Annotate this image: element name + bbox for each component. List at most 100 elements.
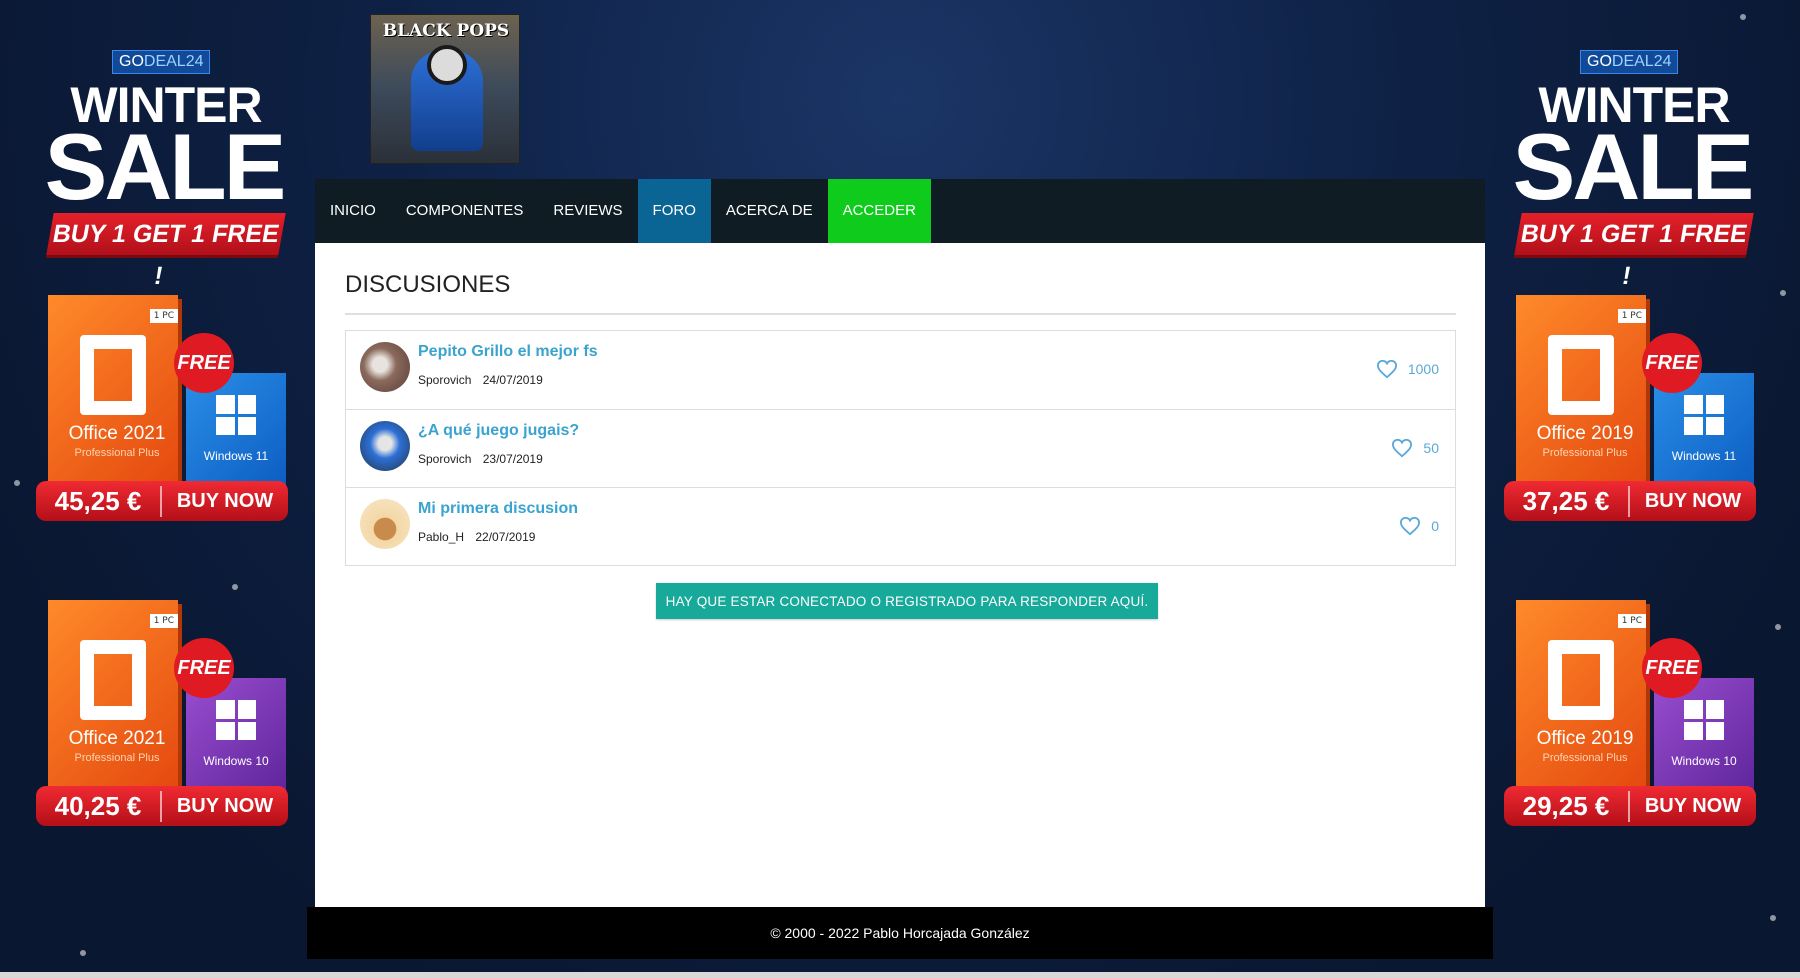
thread-row[interactable]: ¿A qué juego jugais? Sporovich 23/07/201…: [346, 409, 1455, 487]
windows-name: Windows 10: [1671, 754, 1737, 768]
buy-now-button[interactable]: 40,25 € BUY NOW: [36, 786, 288, 826]
ad-sale-text: SALE: [44, 114, 287, 219]
windows-name: Windows 11: [203, 449, 269, 463]
thread-list: Pepito Grillo el mejor fs Sporovich 24/0…: [345, 330, 1456, 566]
ad-brand: GODEAL24: [112, 50, 211, 74]
site-logo[interactable]: BLACK POPS: [370, 14, 520, 164]
office-name: Office 2021: [68, 423, 166, 444]
office-logo-icon: [80, 640, 146, 720]
thread-author: Pablo_H: [418, 530, 465, 544]
thread-author: Sporovich: [418, 373, 472, 387]
office-name: Office 2019: [1536, 728, 1634, 749]
office-name: Office 2021: [68, 728, 166, 749]
windows-name: Windows 10: [203, 754, 269, 768]
footer: © 2000 - 2022 Pablo Horcajada González: [307, 907, 1493, 959]
ad-promo-ribbon: BUY 1 GET 1 FREE !: [46, 213, 286, 290]
ad-product[interactable]: 1 PC Office 2021 Professional Plus Windo…: [36, 295, 288, 525]
like-counter[interactable]: 50: [1391, 438, 1439, 458]
thread-author: Sporovich: [418, 452, 472, 466]
ad-product[interactable]: 1 PC Office 2021 Professional Plus Windo…: [36, 600, 288, 830]
free-badge: FREE: [1642, 333, 1702, 393]
office-box: 1 PC Office 2021 Professional Plus: [48, 295, 178, 495]
thread-title-link[interactable]: Pepito Grillo el mejor fs: [418, 343, 598, 361]
thread-meta: Sporovich 23/07/2019: [418, 452, 551, 466]
ad-promo-ribbon: BUY 1 GET 1 FREE !: [1514, 213, 1754, 290]
office-name: Office 2019: [1536, 423, 1634, 444]
main-nav: INICIO COMPONENTES REVIEWS FORO ACERCA D…: [315, 179, 1485, 243]
price: 40,25 €: [36, 790, 162, 822]
office-sub: Professional Plus: [74, 752, 160, 764]
logo-text: BLACK POPS: [382, 21, 510, 41]
nav-item-acerca-de[interactable]: ACERCA DE: [711, 179, 828, 243]
avatar[interactable]: [360, 421, 410, 471]
windows-logo-icon: [1684, 700, 1724, 740]
buy-now-button[interactable]: 45,25 € BUY NOW: [36, 481, 288, 521]
price: 29,25 €: [1504, 790, 1630, 822]
snow-dot: [1775, 624, 1781, 630]
avatar[interactable]: [360, 499, 410, 549]
price: 45,25 €: [36, 485, 162, 517]
thread-title-link[interactable]: Mi primera discusion: [418, 500, 578, 518]
buy-now-label: BUY NOW: [176, 794, 274, 817]
ad-brand: GODEAL24: [1580, 50, 1679, 74]
pc-tag: 1 PC: [1617, 614, 1646, 628]
ad-banner-left[interactable]: GODEAL24 WINTER SALE BUY 1 GET 1 FREE ! …: [26, 40, 296, 860]
office-logo-icon: [1548, 640, 1614, 720]
windows-logo-icon: [1684, 395, 1724, 435]
windows-name: Windows 11: [1671, 449, 1737, 463]
nav-item-inicio[interactable]: INICIO: [315, 179, 391, 243]
nav-item-componentes[interactable]: COMPONENTES: [391, 179, 539, 243]
thread-date: 23/07/2019: [482, 452, 543, 466]
nav-item-foro[interactable]: FORO: [637, 179, 711, 243]
buy-now-label: BUY NOW: [1644, 489, 1742, 512]
reply-button[interactable]: HAY QUE ESTAR CONECTADO O REGISTRADO PAR…: [656, 583, 1158, 619]
office-sub: Professional Plus: [1542, 752, 1628, 764]
ad-sale-text: SALE: [1512, 114, 1755, 219]
heart-icon[interactable]: [1376, 359, 1398, 379]
office-box: 1 PC Office 2019 Professional Plus: [1516, 295, 1646, 495]
buy-now-button[interactable]: 29,25 € BUY NOW: [1504, 786, 1756, 826]
thread-meta: Pablo_H 22/07/2019: [418, 530, 543, 544]
snow-dot: [14, 480, 20, 486]
free-badge: FREE: [174, 333, 234, 393]
thread-row[interactable]: Mi primera discusion Pablo_H 22/07/2019 …: [346, 487, 1455, 565]
snow-dot: [1780, 290, 1786, 296]
buy-now-label: BUY NOW: [176, 489, 274, 512]
office-sub: Professional Plus: [74, 447, 160, 459]
ad-product[interactable]: 1 PC Office 2019 Professional Plus Windo…: [1504, 295, 1756, 525]
page-title: DISCUSIONES: [345, 271, 511, 298]
like-count: 50: [1423, 440, 1439, 456]
windows-logo-icon: [216, 395, 256, 435]
avatar[interactable]: [360, 342, 410, 392]
free-badge: FREE: [1642, 638, 1702, 698]
ad-product[interactable]: 1 PC Office 2019 Professional Plus Windo…: [1504, 600, 1756, 830]
heart-icon[interactable]: [1399, 516, 1421, 536]
heart-icon[interactable]: [1391, 438, 1413, 458]
buy-now-button[interactable]: 37,25 € BUY NOW: [1504, 481, 1756, 521]
like-counter[interactable]: 0: [1399, 516, 1439, 536]
office-box: 1 PC Office 2021 Professional Plus: [48, 600, 178, 800]
like-count: 1000: [1407, 361, 1439, 377]
snow-dot: [1740, 14, 1746, 20]
office-logo-icon: [80, 335, 146, 415]
logo-face: [427, 45, 467, 85]
nav-item-acceder[interactable]: ACCEDER: [827, 179, 931, 243]
thread-row[interactable]: Pepito Grillo el mejor fs Sporovich 24/0…: [346, 331, 1455, 409]
thread-meta: Sporovich 24/07/2019: [418, 373, 551, 387]
like-counter[interactable]: 1000: [1376, 359, 1439, 379]
thread-title-link[interactable]: ¿A qué juego jugais?: [418, 422, 579, 440]
pc-tag: 1 PC: [1617, 309, 1646, 323]
free-badge: FREE: [174, 638, 234, 698]
thread-date: 24/07/2019: [482, 373, 543, 387]
thread-date: 22/07/2019: [475, 530, 536, 544]
pc-tag: 1 PC: [149, 309, 178, 323]
like-count: 0: [1431, 518, 1439, 534]
window-bottom-edge: [0, 972, 1800, 978]
nav-item-reviews[interactable]: REVIEWS: [538, 179, 637, 243]
snow-dot: [80, 950, 86, 956]
office-box: 1 PC Office 2019 Professional Plus: [1516, 600, 1646, 800]
price: 37,25 €: [1504, 485, 1630, 517]
snow-dot: [1770, 915, 1776, 921]
ad-banner-right[interactable]: GODEAL24 WINTER SALE BUY 1 GET 1 FREE ! …: [1494, 40, 1764, 860]
title-divider: [345, 313, 1456, 315]
